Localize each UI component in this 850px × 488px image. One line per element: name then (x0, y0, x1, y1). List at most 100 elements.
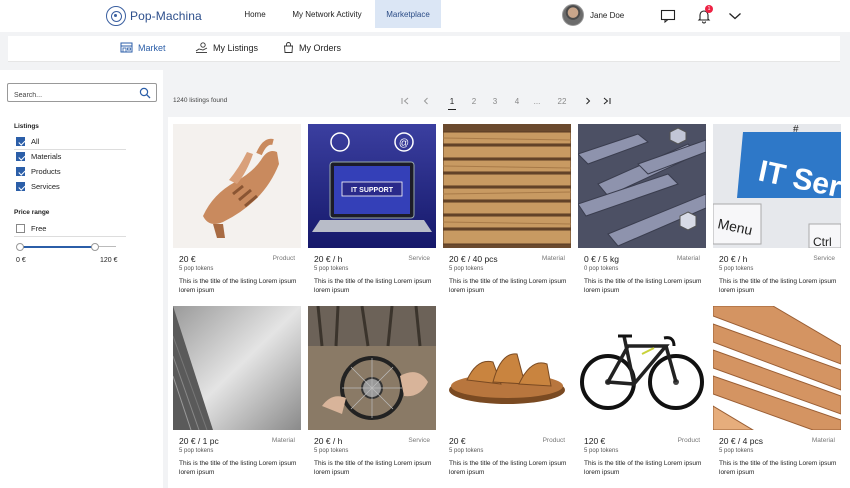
page-4[interactable]: 4 (511, 96, 523, 108)
page-3[interactable]: 3 (489, 96, 501, 108)
listing-title[interactable]: This is the title of the listing Lorem i… (584, 277, 704, 295)
brand-logo[interactable]: Pop-Machina (106, 6, 202, 26)
svg-text:@: @ (399, 138, 409, 149)
filter-services[interactable]: Services (16, 182, 60, 191)
listing-image-bicycle-repair[interactable] (308, 306, 436, 430)
store-icon (120, 42, 133, 53)
tab-label: My Listings (213, 42, 259, 53)
tab-my-orders[interactable]: My Orders (283, 42, 341, 53)
listing-image-road-bike[interactable] (578, 306, 706, 430)
nav-my-network-activity[interactable]: My Network Activity (284, 0, 370, 28)
listing-image-it-services[interactable]: IT Serv Menu Ctrl # (713, 124, 841, 248)
logo-icon (106, 6, 126, 26)
filter-products[interactable]: Products (16, 167, 61, 176)
tab-my-listings[interactable]: My Listings (195, 42, 258, 53)
filter-all[interactable]: All (16, 137, 39, 146)
listing-title[interactable]: This is the title of the listing Lorem i… (314, 277, 434, 295)
page-2[interactable]: 2 (468, 96, 480, 108)
bell-icon[interactable]: 1 (696, 5, 713, 24)
price-slider-track[interactable] (20, 246, 96, 248)
tab-market[interactable]: Market (120, 42, 166, 53)
listing-price: 20 € / h (719, 254, 748, 264)
filter-materials[interactable]: Materials (16, 152, 61, 161)
listing-title[interactable]: This is the title of the listing Lorem i… (179, 277, 299, 295)
user-menu[interactable]: Jane Doe (562, 4, 624, 26)
chevron-down-icon[interactable] (727, 8, 743, 24)
checkbox-products[interactable] (16, 167, 25, 176)
avatar[interactable] (562, 4, 584, 26)
listing-card[interactable]: 20 € Product 5 pop tokens This is the ti… (443, 306, 571, 480)
checkbox-services[interactable] (16, 182, 25, 191)
listing-card[interactable]: 20 € Product 5 pop tokens This is the ti… (173, 124, 301, 298)
price-max-label: 120 € (100, 257, 118, 264)
page-22[interactable]: 22 (554, 96, 570, 108)
listing-image-metal-sheet[interactable] (173, 306, 301, 430)
shopping-bag-icon (284, 42, 293, 53)
listing-card[interactable]: 20 € / 40 pcs Material 5 pop tokens This… (443, 124, 571, 298)
hand-coins-icon (195, 42, 208, 53)
listing-title[interactable]: This is the title of the listing Lorem i… (449, 459, 569, 477)
first-page-icon[interactable] (399, 96, 411, 108)
listing-tokens: 5 pop tokens (449, 266, 484, 272)
price-slider-min-handle[interactable] (16, 243, 24, 251)
listing-image-it-support[interactable]: IT SUPPORT @ (308, 124, 436, 248)
checkbox-materials[interactable] (16, 152, 25, 161)
listing-card[interactable]: 20 € / 4 pcs Material 5 pop tokens This … (713, 306, 841, 480)
listing-card[interactable]: 120 € Product 5 pop tokens This is the t… (578, 306, 706, 480)
listing-title[interactable]: This is the title of the listing Lorem i… (584, 459, 704, 477)
listing-type: Material (271, 437, 295, 444)
search-icon[interactable] (139, 87, 151, 99)
listing-type: Service (408, 255, 430, 262)
filter-sidebar: Listings All Materials Products Services… (0, 70, 163, 488)
filter-label: Products (31, 167, 61, 176)
checkbox-free[interactable] (16, 224, 25, 233)
page-1[interactable]: 1 (446, 96, 458, 110)
listing-image-lumber[interactable] (443, 124, 571, 248)
listing-price: 0 € / 5 kg (584, 254, 619, 264)
listing-image-leather-sandal[interactable] (443, 306, 571, 430)
listing-price: 20 € / h (314, 254, 343, 264)
listing-image-wood-planks[interactable] (713, 306, 841, 430)
listing-price: 20 € (179, 254, 196, 264)
listing-image-sandal[interactable] (173, 124, 301, 248)
listing-title[interactable]: This is the title of the listing Lorem i… (719, 277, 839, 295)
listing-type: Service (408, 437, 430, 444)
filter-free[interactable]: Free (16, 224, 46, 233)
search-input[interactable] (8, 87, 128, 104)
listing-card[interactable]: IT Serv Menu Ctrl # 20 € / h Service 5 p… (713, 124, 841, 298)
listing-tokens: 5 pop tokens (314, 448, 349, 454)
prev-page-icon[interactable] (420, 96, 432, 108)
listing-type: Material (676, 255, 700, 262)
divider (14, 149, 126, 150)
top-navigation-bar: Pop-Machina Home My Network Activity Mar… (0, 0, 850, 32)
filter-label: Services (31, 182, 60, 191)
listings-filter-title: Listings (14, 123, 39, 130)
listing-title[interactable]: This is the title of the listing Lorem i… (719, 459, 839, 477)
listing-title[interactable]: This is the title of the listing Lorem i… (179, 459, 299, 477)
checkbox-all[interactable] (16, 137, 25, 146)
listing-image-steel-bars[interactable] (578, 124, 706, 248)
last-page-icon[interactable] (601, 96, 613, 108)
listing-card[interactable]: 20 € / h Service 5 pop tokens This is th… (308, 306, 436, 480)
listings-grid: 20 € Product 5 pop tokens This is the ti… (168, 117, 850, 488)
listing-card[interactable]: IT SUPPORT @ 20 € / h Service 5 pop toke… (308, 124, 436, 298)
price-slider-max-handle[interactable] (91, 243, 99, 251)
listing-card[interactable]: 20 € / 1 pc Material 5 pop tokens This i… (173, 306, 301, 480)
chat-icon[interactable] (660, 8, 676, 24)
listing-card[interactable]: 0 € / 5 kg Material 0 pop tokens This is… (578, 124, 706, 298)
price-min-label: 0 € (16, 257, 26, 264)
listing-title[interactable]: This is the title of the listing Lorem i… (314, 459, 434, 477)
listing-price: 20 € / 4 pcs (719, 436, 763, 446)
listing-type: Material (811, 437, 835, 444)
next-page-icon[interactable] (582, 96, 594, 108)
listing-title[interactable]: This is the title of the listing Lorem i… (449, 277, 569, 295)
marketplace-subnav: Market My Listings My Orders (8, 36, 840, 62)
price-slider-rest[interactable] (96, 246, 116, 247)
nav-marketplace[interactable]: Marketplace (375, 0, 441, 28)
listing-tokens: 5 pop tokens (314, 266, 349, 272)
listing-price: 20 € / 40 pcs (449, 254, 498, 264)
nav-home[interactable]: Home (236, 0, 274, 28)
listing-type: Product (677, 437, 700, 444)
filter-label: Materials (31, 152, 62, 161)
divider (14, 236, 126, 237)
